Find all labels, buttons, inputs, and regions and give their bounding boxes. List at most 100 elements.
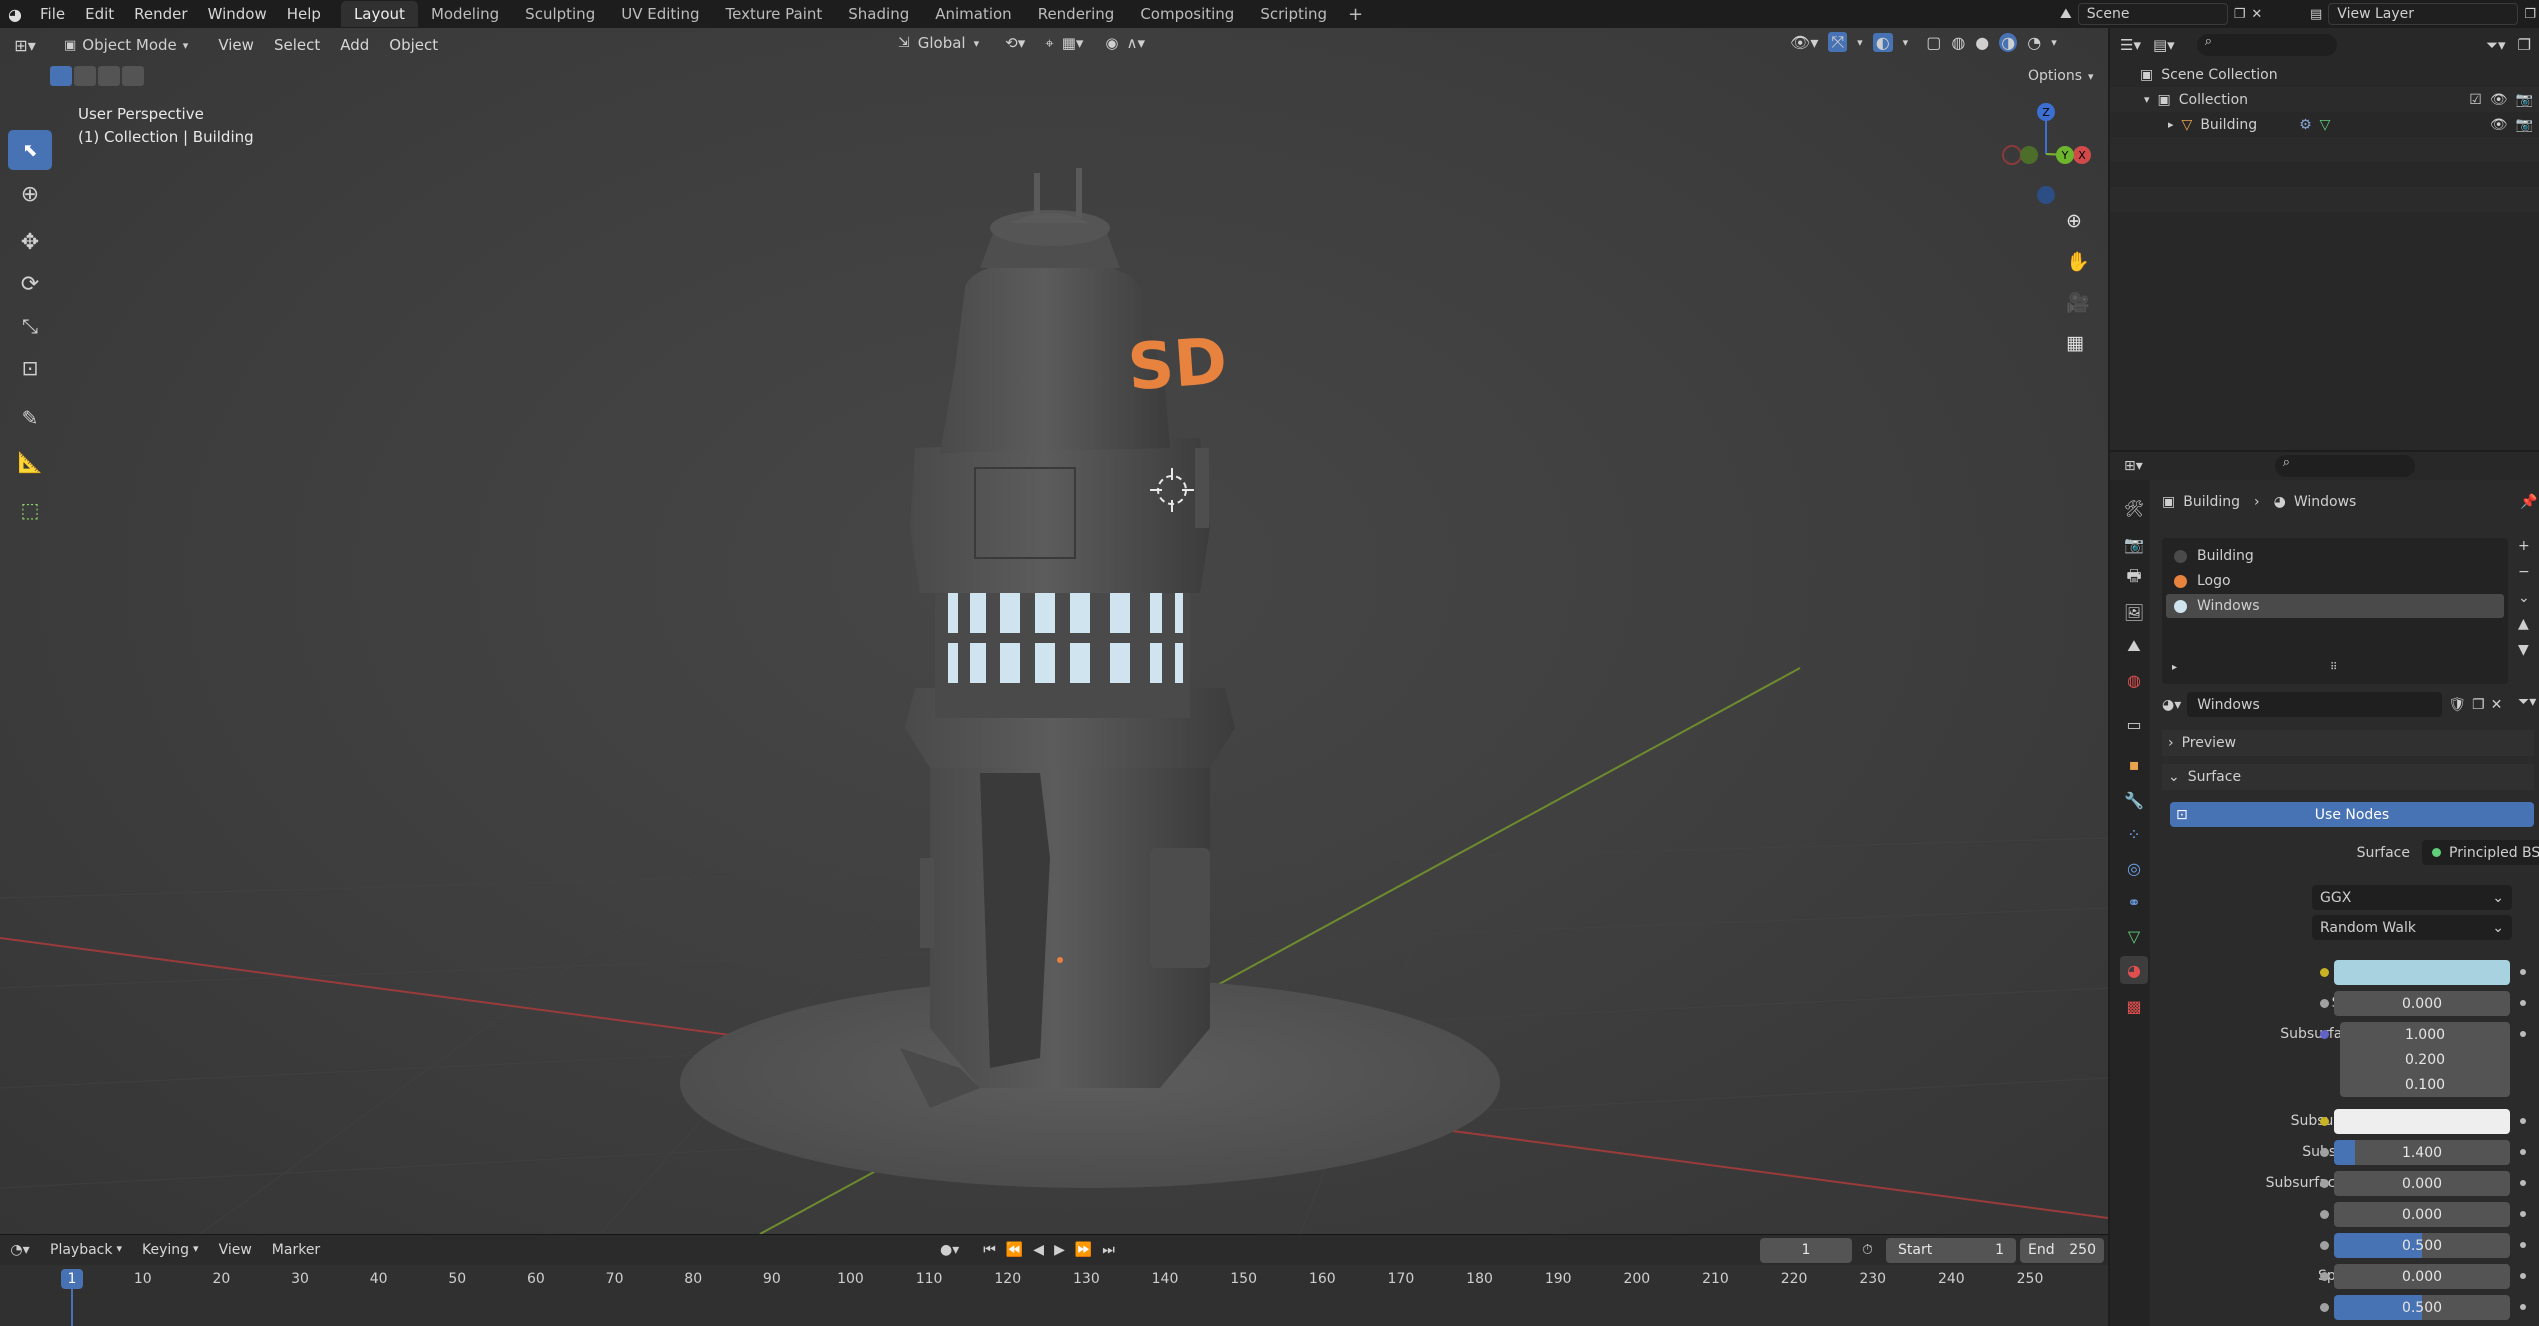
chevron-down-icon[interactable]: ▾	[2051, 36, 2057, 49]
browse-material-icon[interactable]: ◕▾	[2162, 697, 2181, 713]
keyframe-icon[interactable]	[2520, 1242, 2526, 1248]
vector-component-field[interactable]: 0.100	[2340, 1072, 2510, 1097]
blender-logo-icon[interactable]: ◕	[0, 5, 30, 24]
add-cube-tool[interactable]: ⬚	[8, 490, 52, 530]
tab-workspace[interactable]: Sculpting	[512, 1, 608, 27]
unlink-icon[interactable]: ✕	[2491, 697, 2503, 713]
xray-icon[interactable]: ▢	[1926, 33, 1941, 52]
output-tab[interactable]: 🖶	[2120, 564, 2148, 592]
outliner-row[interactable]: ▣ Scene Collection	[2110, 62, 2539, 87]
constraints-tab[interactable]: ⚭	[2120, 888, 2148, 916]
play-reverse-icon[interactable]: ◀	[1033, 1242, 1044, 1258]
properties-editor-icon[interactable]: ⊞▾	[2124, 458, 2143, 474]
tool-tab[interactable]: 🛠	[2120, 494, 2148, 522]
navigation-gizmo[interactable]: Z X Y	[1990, 98, 2100, 208]
property-value-field[interactable]: 0.000	[2334, 1171, 2510, 1196]
vector-component-field[interactable]: 0.200	[2340, 1047, 2510, 1072]
rotate-tool[interactable]: ⟳	[8, 264, 52, 304]
chevron-down-icon[interactable]: ▾	[1857, 36, 1863, 49]
keyframe-icon[interactable]	[2520, 1180, 2526, 1186]
move-up-icon[interactable]: ▲	[2518, 616, 2530, 632]
keyframe-icon[interactable]	[2520, 1118, 2526, 1124]
fake-user-icon[interactable]: 🛡	[2448, 697, 2466, 713]
new-view-layer-icon[interactable]: ❐	[2524, 7, 2536, 22]
eye-icon[interactable]: 👁	[2490, 92, 2508, 108]
eye-icon[interactable]: 👁	[2490, 117, 2508, 133]
outliner-row[interactable]: ▾ ▣ Collection ☑ 👁 📷	[2110, 87, 2539, 112]
new-scene-icon[interactable]: ❐	[2234, 7, 2246, 22]
proportional-edit-icon[interactable]: ◉	[1105, 34, 1118, 52]
move-tool[interactable]: ✥	[8, 222, 52, 262]
jump-start-icon[interactable]: ⏮	[983, 1242, 996, 1258]
keyframe-icon[interactable]	[2520, 1031, 2526, 1037]
socket-icon[interactable]	[2320, 1272, 2329, 1281]
select-extend-icon[interactable]	[74, 66, 96, 86]
transform-tool[interactable]: ⊡	[8, 348, 52, 388]
material-name-field[interactable]: Windows	[2187, 692, 2443, 717]
socket-icon[interactable]	[2320, 1030, 2329, 1039]
scene-tab[interactable]: ⛰	[2120, 632, 2148, 660]
move-down-icon[interactable]: ▼	[2518, 642, 2530, 658]
select-new-icon[interactable]	[50, 66, 72, 86]
use-nodes-button[interactable]: ⊡ Use Nodes	[2170, 802, 2534, 827]
material-slot[interactable]: Windows	[2166, 594, 2504, 618]
visibility-icon[interactable]: 👁▾	[1790, 33, 1818, 52]
property-value-field[interactable]: 0.500	[2334, 1295, 2510, 1320]
subsurface-method-select[interactable]: Random Walk ⌄	[2312, 915, 2512, 940]
pivot-icon[interactable]: ⟲▾	[1005, 34, 1025, 52]
socket-icon[interactable]	[2320, 1148, 2329, 1157]
snap-target-icon[interactable]: ▦▾	[1062, 34, 1084, 52]
object-tab[interactable]: ▪	[2120, 750, 2148, 778]
resize-handle-icon[interactable]: ⠿	[2330, 662, 2337, 673]
wireframe-shading-icon[interactable]: ◍	[1951, 33, 1965, 52]
start-frame-field[interactable]: Start 1	[1886, 1237, 2016, 1263]
surface-panel-header[interactable]: ⌄ Surface	[2162, 764, 2534, 790]
surface-shader-selector[interactable]: Principled BSDF	[2422, 840, 2539, 865]
world-tab[interactable]: ◍	[2120, 666, 2148, 694]
record-icon[interactable]: ●▾	[940, 1242, 959, 1258]
transform-orientation[interactable]: Global	[918, 34, 966, 52]
checkbox-icon[interactable]: ☑	[2469, 92, 2482, 108]
expand-arrow-icon[interactable]: ▾	[2144, 93, 2150, 106]
expand-arrow-icon[interactable]: ▸	[2168, 118, 2174, 131]
timeline-ruler[interactable]: 1 10 20 30 40 50 60 70 80 90 100 110 120 130 140 150 160…	[0, 1265, 2108, 1326]
chevron-down-icon[interactable]: ▾	[1903, 36, 1909, 49]
property-value-field[interactable]: 0.000	[2334, 1264, 2510, 1289]
timeline-menu-item[interactable]: Keying ▾	[132, 1239, 209, 1261]
tab-workspace[interactable]: Layout	[340, 1, 418, 27]
overlay-toggle-icon[interactable]: ◐	[1872, 32, 1893, 52]
play-icon[interactable]: ▶	[1054, 1242, 1065, 1258]
gizmo-toggle-icon[interactable]: ⤧	[1828, 32, 1848, 52]
tab-workspace[interactable]: Texture Paint	[712, 1, 835, 27]
add-workspace-button[interactable]: +	[1340, 4, 1371, 25]
material-shading-icon[interactable]: ◑	[1999, 32, 2018, 52]
menu-item[interactable]: File	[30, 5, 75, 23]
timeline-menu-item[interactable]: Marker	[262, 1239, 330, 1261]
viewport-menu-item[interactable]: Object	[379, 33, 448, 57]
socket-icon[interactable]	[2320, 1117, 2329, 1126]
keyframe-icon[interactable]	[2520, 969, 2526, 975]
clock-icon[interactable]: ◔▾	[0, 1242, 40, 1258]
modifier-tab[interactable]: 🔧	[2120, 786, 2148, 814]
duplicate-icon[interactable]: ❐	[2472, 697, 2485, 713]
material-slot[interactable]: Building	[2166, 544, 2504, 568]
expand-arrow-icon[interactable]: ▸	[2172, 662, 2177, 673]
color-swatch[interactable]	[2334, 1109, 2510, 1134]
keyframe-icon[interactable]	[2520, 1273, 2526, 1279]
timeline-menu-item[interactable]: Playback ▾	[40, 1239, 132, 1261]
timeline-menu-item[interactable]: View	[209, 1239, 262, 1261]
socket-icon[interactable]	[2320, 999, 2329, 1008]
new-collection-icon[interactable]: ❐	[2518, 36, 2531, 54]
playhead-frame[interactable]: 1	[61, 1269, 83, 1289]
ortho-grid-icon[interactable]: ▦	[2066, 332, 2090, 354]
tab-workspace[interactable]: Scripting	[1247, 1, 1340, 27]
view-layer-tab[interactable]: 🖼	[2120, 598, 2148, 626]
viewport-menu-item[interactable]: Select	[264, 33, 330, 57]
properties-search-input[interactable]: ⌕	[2274, 455, 2415, 477]
render-tab[interactable]: 📷	[2120, 530, 2148, 558]
socket-icon[interactable]	[2320, 968, 2329, 977]
viewport-menu-item[interactable]: Add	[330, 33, 379, 57]
jump-keyframe-forward-icon[interactable]: ⏩	[1075, 1242, 1092, 1258]
delete-scene-icon[interactable]: ✕	[2251, 7, 2262, 22]
socket-icon[interactable]	[2320, 1210, 2329, 1219]
